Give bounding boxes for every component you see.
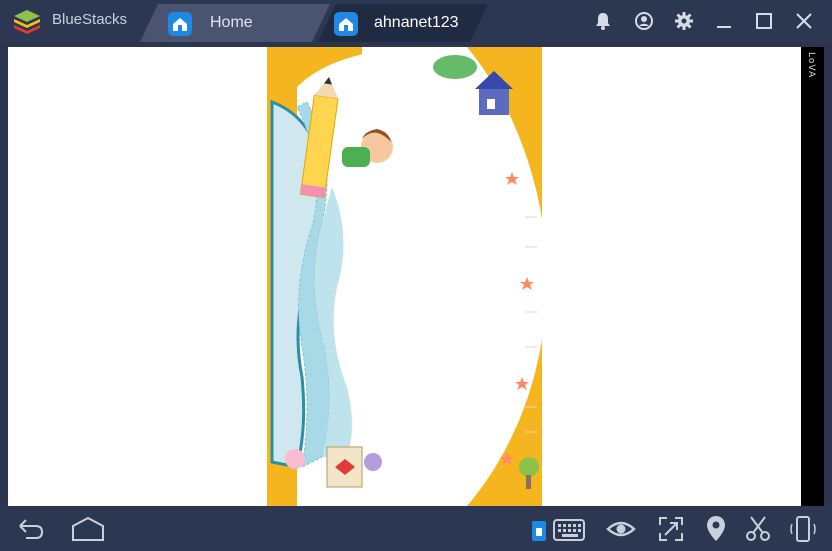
home-icon: [168, 12, 192, 36]
splash-illustration: [270, 47, 542, 506]
title-bar: BlueStacks Home ahnanet123: [0, 0, 832, 42]
bell-icon[interactable]: [593, 11, 613, 31]
keyboard-icon[interactable]: [530, 514, 586, 544]
tab-ahnanet123[interactable]: ahnanet123: [318, 4, 488, 42]
back-icon[interactable]: [14, 514, 44, 544]
home-icon[interactable]: [70, 514, 106, 544]
close-icon[interactable]: [794, 11, 814, 31]
scissors-icon[interactable]: [743, 514, 773, 544]
home-icon: [334, 12, 358, 36]
rotate-icon[interactable]: [788, 514, 818, 544]
minimize-icon[interactable]: [714, 11, 734, 31]
bluestacks-logo: [14, 10, 40, 34]
eye-icon[interactable]: [606, 514, 636, 544]
maximize-icon[interactable]: [754, 11, 774, 31]
fullscreen-icon[interactable]: [656, 514, 686, 544]
game-splash[interactable]: [267, 47, 542, 506]
tab-home[interactable]: Home: [140, 4, 330, 42]
gear-icon[interactable]: [674, 11, 694, 31]
side-text: LoVA: [806, 52, 816, 79]
tab-app-label: ahnanet123: [374, 14, 459, 31]
window-border-left: [0, 47, 8, 506]
window-border-right: [824, 47, 832, 506]
location-icon[interactable]: [701, 514, 731, 544]
tab-home-label: Home: [210, 14, 253, 31]
account-icon[interactable]: [634, 11, 654, 31]
screen-side-bar: [801, 47, 826, 506]
app-name: BlueStacks: [52, 11, 128, 28]
